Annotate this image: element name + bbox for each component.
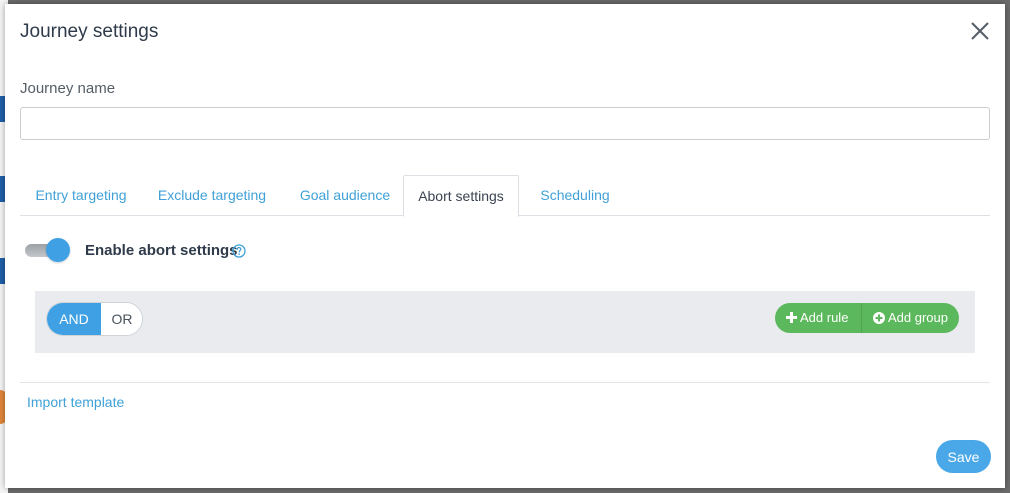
abort-rules-panel: AND OR Add rule Add group xyxy=(35,291,975,353)
add-rule-button[interactable]: Add rule xyxy=(775,303,860,333)
question-circle-icon[interactable] xyxy=(232,244,246,258)
plus-circle-icon xyxy=(873,311,885,324)
tab-scheduling[interactable]: Scheduling xyxy=(520,175,630,216)
rule-actions: Add rule Add group xyxy=(775,303,959,333)
logic-operator-switch: AND OR xyxy=(46,302,143,336)
journey-settings-modal: Journey settings Journey name Entry targ… xyxy=(5,4,1005,488)
modal-title: Journey settings xyxy=(20,21,159,42)
close-icon xyxy=(971,22,989,40)
tab-abort-settings[interactable]: Abort settings xyxy=(403,175,519,217)
enable-abort-label: Enable abort settings xyxy=(85,242,238,259)
enable-abort-toggle[interactable] xyxy=(25,238,71,262)
journey-name-input[interactable] xyxy=(20,107,990,140)
import-template-link[interactable]: Import template xyxy=(27,394,124,410)
plus-icon xyxy=(786,312,797,324)
settings-tabs: Entry targeting Exclude targeting Goal a… xyxy=(20,175,990,217)
tab-entry-targeting[interactable]: Entry targeting xyxy=(20,175,142,216)
add-rule-label: Add rule xyxy=(800,310,849,325)
footer-divider xyxy=(20,382,990,383)
close-button[interactable] xyxy=(969,20,991,42)
and-button[interactable]: AND xyxy=(47,303,101,335)
tab-goal-audience[interactable]: Goal audience xyxy=(282,175,408,216)
toggle-knob xyxy=(46,238,70,262)
save-button[interactable]: Save xyxy=(936,440,991,473)
or-button[interactable]: OR xyxy=(101,303,142,335)
journey-name-label: Journey name xyxy=(20,80,116,97)
add-group-button[interactable]: Add group xyxy=(861,303,959,333)
tab-exclude-targeting[interactable]: Exclude targeting xyxy=(142,175,282,216)
add-group-label: Add group xyxy=(888,310,948,325)
